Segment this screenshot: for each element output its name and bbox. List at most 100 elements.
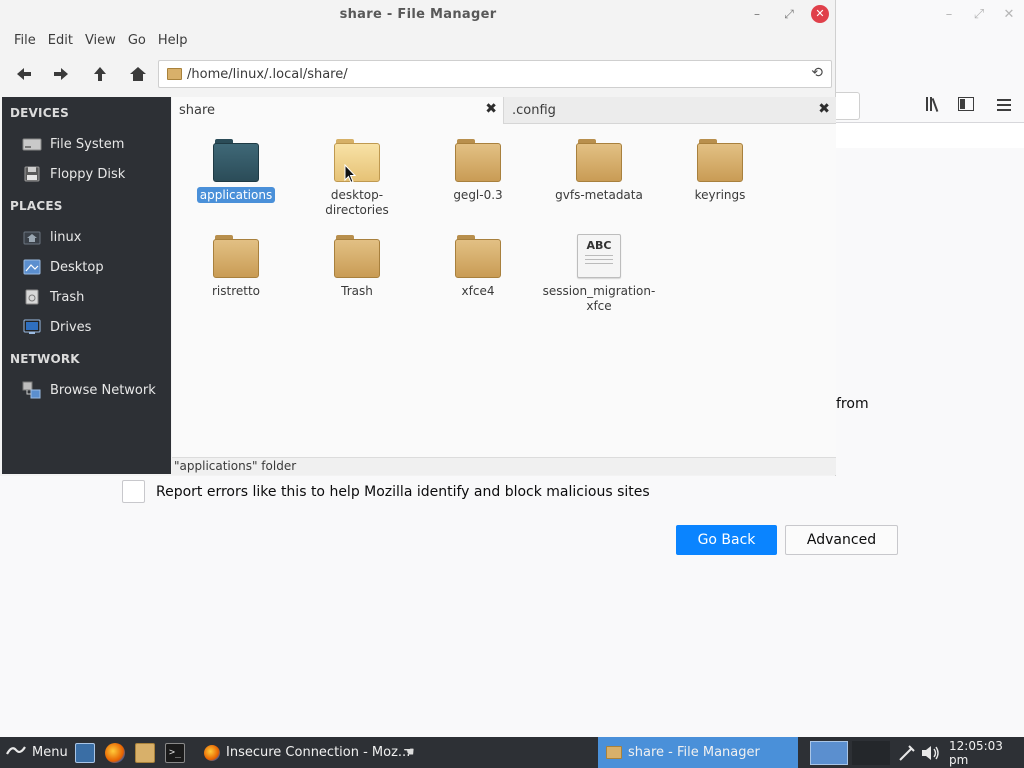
up-arrow-icon[interactable] (87, 62, 113, 86)
clock-text: 12:05:03 pm (949, 738, 1003, 767)
library-icon[interactable] (924, 96, 944, 116)
go-back-button[interactable]: Go Back (676, 525, 777, 555)
sidebar-item-linux[interactable]: linux (2, 224, 171, 250)
maximize-icon[interactable]: ⤢ (964, 7, 994, 22)
sidebar-item-label: linux (50, 229, 82, 245)
back-arrow-icon[interactable] (11, 62, 37, 86)
sidebar-item-trash[interactable]: Trash (2, 284, 171, 310)
minimize-icon[interactable]: – (748, 5, 766, 23)
hard-drive-icon (22, 135, 42, 153)
sidebar-item-browse-network[interactable]: Browse Network (2, 377, 171, 403)
forward-arrow-icon[interactable] (48, 62, 74, 86)
workspace-1[interactable] (810, 737, 848, 768)
mouse-cursor-icon (344, 164, 356, 184)
fm-titlebar[interactable]: share - File Manager – ⤢ ✕ (0, 0, 836, 28)
report-errors-checkbox[interactable] (122, 480, 145, 503)
close-icon[interactable]: ✕ (811, 5, 829, 23)
home-icon (22, 228, 42, 246)
file-item-ristretto[interactable]: ristretto (178, 234, 294, 299)
fm-tab-bar: share ✖ .config ✖ (172, 97, 836, 124)
menu-help[interactable]: Help (152, 33, 194, 48)
fm-sidebar: DEVICES File System Floppy Disk PLACES l… (2, 97, 171, 474)
network-icon (22, 381, 42, 399)
sidebar-item-label: Drives (50, 319, 92, 335)
task-file-manager[interactable]: share - File Manager (598, 737, 798, 768)
tab-label: share (179, 103, 216, 118)
close-tab-icon[interactable]: ✖ (818, 101, 830, 117)
close-icon[interactable]: ✕ (994, 7, 1024, 22)
file-item-xfce4[interactable]: xfce4 (420, 234, 536, 299)
sidebar-item-drives[interactable]: Drives (2, 314, 171, 340)
file-manager-icon[interactable] (135, 737, 155, 768)
advanced-button[interactable]: Advanced (785, 525, 898, 555)
home-icon[interactable] (125, 62, 151, 86)
hamburger-menu-icon[interactable] (994, 96, 1014, 116)
file-item-trash[interactable]: Trash (299, 234, 415, 299)
window-title: share - File Manager (339, 6, 497, 22)
tab-share[interactable]: share ✖ (172, 97, 504, 124)
minimize-icon[interactable]: – (934, 7, 964, 22)
menu-logo-icon (6, 744, 26, 762)
sidebar-heading-devices: DEVICES (10, 106, 69, 120)
sidebar-item-label: Desktop (50, 259, 104, 275)
folder-icon (334, 234, 380, 278)
taskbar: Menu >_ Insecure Connection - Moz... ☚ s… (0, 737, 1024, 768)
file-manager-window: share - File Manager – ⤢ ✕ File Edit Vie… (0, 0, 836, 476)
drives-icon (22, 318, 42, 336)
file-name: session_migration- xfce (542, 284, 656, 313)
tab-label: .config (512, 103, 556, 118)
address-bar[interactable]: /home/linux/.local/share/ ⟲ (158, 60, 832, 88)
trash-icon (22, 288, 42, 306)
sidebar-item-desktop[interactable]: Desktop (2, 254, 171, 280)
menu-edit[interactable]: Edit (42, 33, 79, 48)
file-name: applications (196, 187, 276, 203)
report-errors-label: Report errors like this to help Mozilla … (156, 483, 650, 500)
sidebar-item-file-system[interactable]: File System (2, 131, 171, 157)
reload-icon[interactable]: ⟲ (811, 65, 823, 81)
file-item-applications[interactable]: applications (178, 138, 294, 203)
task-insecure-connection[interactable]: Insecure Connection - Moz... (204, 737, 424, 768)
sidebar-icon[interactable] (956, 96, 976, 116)
file-name: keyrings (694, 188, 746, 202)
url-bar[interactable] (836, 92, 860, 120)
clock[interactable]: 12:05:03 pm (949, 737, 1024, 768)
file-item-gegl[interactable]: gegl-0.3 (420, 138, 536, 203)
workspace-2[interactable] (852, 737, 890, 768)
address-text: /home/linux/.local/share/ (187, 66, 348, 82)
task-label: share - File Manager (628, 745, 760, 760)
start-menu-button[interactable]: Menu (6, 737, 68, 768)
file-name: xfce4 (461, 284, 495, 298)
file-name: Trash (341, 284, 373, 298)
browser-content-strip (836, 123, 1024, 148)
task-label: Insecure Connection - Moz... (226, 745, 411, 760)
sidebar-heading-places: PLACES (10, 199, 63, 213)
volume-icon[interactable] (921, 737, 941, 768)
folder-icon (455, 234, 501, 278)
maximize-icon[interactable]: ⤢ (780, 5, 798, 23)
menu-view[interactable]: View (79, 33, 122, 48)
desktop-launcher-icon[interactable] (75, 737, 95, 768)
file-name: gegl-0.3 (453, 188, 503, 202)
folder-icon (167, 68, 182, 80)
menu-go[interactable]: Go (122, 33, 152, 48)
network-status-icon[interactable] (898, 737, 916, 768)
tab-config[interactable]: .config ✖ (505, 97, 836, 124)
folder-icon (455, 138, 501, 182)
firefox-icon (204, 744, 220, 761)
terminal-icon[interactable]: >_ (165, 737, 185, 768)
text-document-icon: ABC (577, 234, 621, 278)
browser-window-controls: – ⤢ ✕ (934, 0, 1024, 28)
file-item-session-migration[interactable]: ABC session_migration- xfce (541, 234, 657, 314)
menu-file[interactable]: File (8, 33, 42, 48)
file-item-desktop-directories[interactable]: desktop- directories (299, 138, 415, 218)
hand-pointer-icon: ☚ (403, 745, 415, 760)
close-tab-icon[interactable]: ✖ (485, 101, 497, 117)
folder-icon (606, 746, 622, 759)
folder-icon (576, 138, 622, 182)
sidebar-item-floppy-disk[interactable]: Floppy Disk (2, 161, 171, 187)
file-item-gvfs-metadata[interactable]: gvfs-metadata (541, 138, 657, 203)
firefox-icon[interactable] (105, 737, 125, 768)
file-name: desktop- directories (325, 188, 389, 217)
file-item-keyrings[interactable]: keyrings (662, 138, 778, 203)
file-view[interactable]: applications desktop- directories gegl-0… (172, 124, 836, 457)
